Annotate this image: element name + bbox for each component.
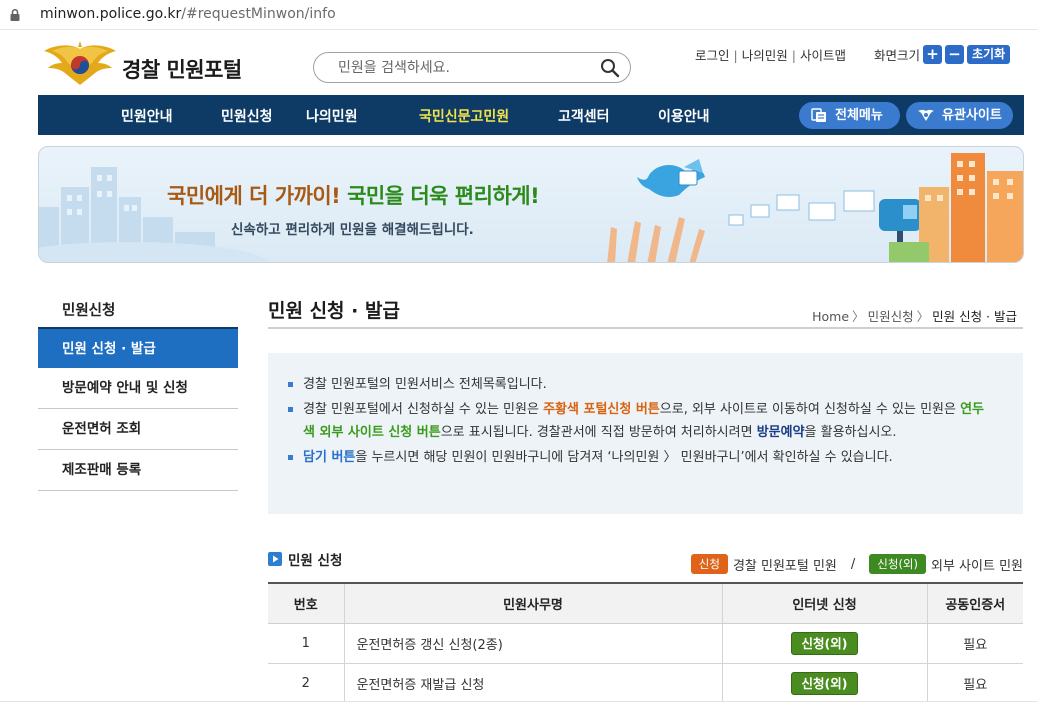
browser-bottom-edge bbox=[0, 701, 1037, 716]
url-host: minwon.police.go.kr bbox=[40, 6, 182, 22]
row-certificate: 필요 bbox=[926, 663, 1023, 704]
login-link[interactable]: 로그인 bbox=[695, 48, 730, 63]
gnb-item-customer-center[interactable]: 고객센터 bbox=[558, 106, 610, 126]
search-input[interactable] bbox=[338, 59, 598, 77]
minwon-table: 번호 민원사무명 인터넷 신청 공동인증서 1 운전면허증 갱신 신청(2종) … bbox=[268, 582, 1023, 704]
search-box bbox=[313, 52, 631, 83]
lnb-item-manufacture-register[interactable]: 제조판매 등록 bbox=[38, 450, 238, 491]
add-button-highlight: 담기 버튼 bbox=[303, 450, 356, 465]
lnb-item-apply-issue[interactable]: 민원 신청 · 발급 bbox=[38, 327, 238, 368]
separator: | bbox=[791, 48, 796, 63]
col-header-number: 번호 bbox=[268, 582, 344, 624]
gnb-item-minwon-guide[interactable]: 민원안내 bbox=[121, 106, 173, 126]
apply-legend: 신청 경찰 민원포털 민원 / 신청(외) 외부 사이트 민원 bbox=[690, 554, 1023, 574]
info-item: 담기 버튼을 누르시면 해당 민원이 민원바구니에 담겨져 ‘나의민원 〉 민원… bbox=[288, 446, 988, 469]
visit-reservation-link[interactable]: 방문예약 bbox=[757, 425, 805, 440]
font-reset-button[interactable]: 초기화 bbox=[967, 45, 1011, 64]
banner-headline: 국민에게 더 가까이! 국민을 더욱 편리하게! bbox=[167, 180, 540, 210]
row-apply-cell: 신청(외) bbox=[721, 663, 927, 704]
row-number: 1 bbox=[268, 623, 344, 664]
breadcrumb-home[interactable]: Home bbox=[812, 309, 849, 324]
col-header-certificate: 공동인증서 bbox=[926, 582, 1023, 624]
info-box: 경찰 민원포털의 민원서비스 전체목록입니다. 경찰 민원포털에서 신청하실 수… bbox=[268, 353, 1023, 514]
browser-address-bar[interactable]: minwon.police.go.kr/#requestMinwon/info bbox=[0, 0, 1037, 30]
main-banner: 국민에게 더 가까이! 국민을 더욱 편리하게! 신속하고 편리하게 민원을 해… bbox=[38, 146, 1024, 263]
external-apply-legend-label: 외부 사이트 민원 bbox=[931, 558, 1023, 574]
lnb-title: 민원신청 bbox=[62, 303, 116, 319]
table-row: 2 운전면허증 재발급 신청 신청(외) 필요 bbox=[268, 663, 1023, 704]
gnb-item-minwon-apply[interactable]: 민원신청 bbox=[221, 106, 273, 126]
col-header-name: 민원사무명 bbox=[343, 582, 722, 624]
police-emblem-icon[interactable] bbox=[42, 41, 118, 89]
lnb-item-license-lookup[interactable]: 운전면허 조회 bbox=[38, 409, 238, 450]
site-header: 경찰 민원포털 로그인|나의민원|사이트맵 화면크기 + − 초기화 bbox=[0, 31, 1037, 95]
site-logo-text[interactable]: 경찰 민원포털 bbox=[122, 54, 242, 84]
info-line-2g: 을 활용하십시오. bbox=[804, 425, 897, 440]
url-text[interactable]: minwon.police.go.kr/#requestMinwon/info bbox=[40, 6, 336, 22]
row-name: 운전면허증 갱신 신청(2종) bbox=[343, 623, 722, 664]
info-line-1: 경찰 민원포털의 민원서비스 전체목록입니다. bbox=[303, 377, 547, 392]
banner-headline-part-a: 국민에게 더 가까이! bbox=[167, 184, 341, 208]
info-line-3b: 을 누르시면 해당 민원이 민원바구니에 담겨져 ‘나의민원 〉 민원바구니’에… bbox=[355, 450, 893, 465]
font-decrease-button[interactable]: − bbox=[945, 45, 965, 64]
breadcrumb: Home 〉 민원신청 〉 민원 신청 · 발급 bbox=[812, 306, 1017, 325]
separator: | bbox=[733, 48, 738, 63]
breadcrumb-apply[interactable]: 민원신청 bbox=[868, 309, 914, 324]
search-icon[interactable] bbox=[600, 58, 620, 78]
breadcrumb-separator: 〉 bbox=[916, 309, 930, 324]
info-list: 경찰 민원포털의 민원서비스 전체목록입니다. 경찰 민원포털에서 신청하실 수… bbox=[288, 373, 988, 471]
breadcrumb-separator: 〉 bbox=[852, 309, 865, 324]
gnb-item-usage-guide[interactable]: 이용안내 bbox=[658, 106, 710, 126]
all-menu-label: 전체메뉴 bbox=[835, 108, 883, 123]
info-line-2e: 으로 표시됩니다. 경찰관서에 직접 방문하여 처리하시려면 bbox=[440, 425, 757, 440]
external-apply-tag: 신청(외) bbox=[869, 554, 926, 574]
portal-apply-legend-label: 경찰 민원포털 민원 bbox=[732, 558, 837, 574]
portal-apply-tag: 신청 bbox=[690, 554, 728, 574]
lnb-item-visit-reservation[interactable]: 방문예약 안내 및 신청 bbox=[38, 368, 238, 409]
external-apply-button[interactable]: 신청(외) bbox=[790, 631, 859, 655]
row-name: 운전면허증 재발급 신청 bbox=[343, 663, 722, 704]
external-apply-button[interactable]: 신청(외) bbox=[790, 671, 859, 695]
breadcrumb-current: 민원 신청 · 발급 bbox=[932, 309, 1017, 324]
lock-icon bbox=[10, 8, 20, 21]
info-item: 경찰 민원포털의 민원서비스 전체목록입니다. bbox=[288, 373, 988, 396]
section-title-text: 민원 신청 bbox=[288, 553, 343, 569]
url-path: /#requestMinwon/info bbox=[181, 6, 336, 22]
sitemap-link[interactable]: 사이트맵 bbox=[800, 48, 846, 63]
local-navigation: 민원 신청 · 발급 방문예약 안내 및 신청 운전면허 조회 제조판매 등록 bbox=[38, 327, 238, 491]
global-navigation: 민원안내 민원신청 나의민원 국민신문고민원 고객센터 이용안내 전체메뉴 유관… bbox=[38, 95, 1024, 135]
page-title: 민원 신청 · 발급 bbox=[268, 300, 400, 322]
font-size-control: 화면크기 + − 초기화 bbox=[874, 45, 1011, 64]
row-number: 2 bbox=[268, 663, 344, 704]
table-row: 1 운전면허증 갱신 신청(2종) 신청(외) 필요 bbox=[268, 623, 1023, 664]
info-line-2a: 경찰 민원포털에서 신청하실 수 있는 민원은 bbox=[303, 402, 544, 417]
related-sites-emblem-icon bbox=[918, 109, 934, 121]
gnb-item-my-minwon[interactable]: 나의민원 bbox=[306, 106, 358, 126]
gnb-item-epeople[interactable]: 국민신문고민원 bbox=[419, 106, 509, 126]
related-sites-button[interactable]: 유관사이트 bbox=[906, 102, 1013, 129]
font-size-label: 화면크기 bbox=[874, 48, 921, 63]
info-line-2c: 으로, 외부 사이트로 이동하여 신청하실 수 있는 민원은 bbox=[659, 402, 961, 417]
banner-subtext: 신속하고 편리하게 민원을 해결해드립니다. bbox=[231, 222, 474, 238]
col-header-internet-apply: 인터넷 신청 bbox=[721, 582, 927, 624]
font-increase-button[interactable]: + bbox=[923, 45, 943, 64]
row-apply-cell: 신청(외) bbox=[721, 623, 927, 664]
play-square-icon bbox=[268, 552, 282, 566]
my-minwon-link[interactable]: 나의민원 bbox=[742, 48, 788, 63]
utility-links: 로그인 | 나의민원 | 사이트맵 bbox=[695, 45, 846, 64]
all-menu-icon bbox=[811, 108, 826, 122]
row-certificate: 필요 bbox=[926, 623, 1023, 664]
legend-separator: / bbox=[850, 556, 856, 572]
title-divider bbox=[268, 327, 1023, 329]
related-sites-label: 유관사이트 bbox=[942, 108, 1002, 123]
section-title: 민원 신청 bbox=[268, 549, 342, 569]
info-item: 경찰 민원포털에서 신청하실 수 있는 민원은 주황색 포털신청 버튼으로, 외… bbox=[288, 398, 988, 444]
banner-headline-part-b: 국민을 더욱 편리하게! bbox=[347, 184, 540, 208]
portal-button-highlight: 주황색 포털신청 버튼 bbox=[543, 402, 660, 417]
table-header-row: 번호 민원사무명 인터넷 신청 공동인증서 bbox=[268, 582, 1023, 624]
all-menu-button[interactable]: 전체메뉴 bbox=[799, 102, 900, 129]
